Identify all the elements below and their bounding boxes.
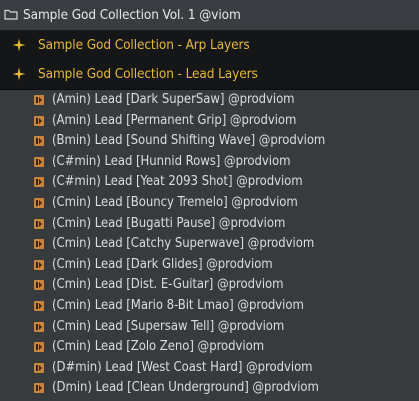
list-item[interactable]: (Cmin) Lead [Dark Glides] @prodviom — [0, 255, 419, 276]
audio-file-icon — [34, 342, 44, 353]
list-item[interactable]: (Dmin) Lead [Clean Underground] @prodvio… — [0, 378, 419, 399]
audio-file-icon — [34, 156, 44, 167]
list-item-label: (Dmin) Lead [Clean Underground] @prodvio… — [52, 380, 319, 396]
audio-file-icon — [34, 95, 44, 105]
list-item[interactable]: (Cmin) Lead [Supersaw Tell] @prodviom — [0, 317, 419, 338]
list-item[interactable]: (Amin) Lead [Dark SuperSaw] @prodviom — [0, 90, 419, 111]
category-label: Sample God Collection - Lead Layers — [38, 66, 258, 82]
list-item[interactable]: (Cmin) Lead [Zolo Zeno] @prodviom — [0, 337, 419, 358]
category-label: Sample God Collection - Arp Layers — [38, 37, 250, 53]
root-folder-label: Sample God Collection Vol. 1 @viom — [23, 7, 241, 23]
list-item-label: (D#min) Lead [West Coast Hard] @prodviom — [52, 359, 313, 375]
list-item-label: (Cmin) Lead [Bugatti Pause] @prodviom — [52, 215, 286, 231]
audio-file-icon — [34, 115, 44, 126]
category-arp-layers[interactable]: Sample God Collection - Arp Layers — [0, 31, 419, 60]
sparkle-icon — [12, 67, 26, 81]
list-item[interactable]: (Cmin) Lead [Dist. E-Guitar] @prodviom — [0, 275, 419, 296]
audio-file-icon — [34, 136, 44, 147]
list-item-label: (Amin) Lead [Dark SuperSaw] @prodviom — [52, 92, 295, 107]
root-folder-row[interactable]: Sample God Collection Vol. 1 @viom — [0, 0, 419, 31]
list-item-label: (Cmin) Lead [Catchy Superwave] @prodviom — [52, 236, 315, 252]
folder-icon — [4, 7, 18, 21]
audio-file-icon — [34, 383, 44, 394]
list-item[interactable]: (Cmin) Lead [Catchy Superwave] @prodviom — [0, 234, 419, 255]
audio-file-icon — [34, 321, 44, 332]
list-item-label: (Amin) Lead [Permanent Grip] @prodviom — [52, 112, 297, 128]
audio-file-icon — [34, 218, 44, 229]
audio-file-icon — [34, 280, 44, 291]
list-item[interactable]: (Cmin) Lead [Bouncy Tremelo] @prodviom — [0, 193, 419, 214]
sample-browser: Sample God Collection Vol. 1 @viom Sampl… — [0, 0, 419, 401]
list-item[interactable]: (Cmin) Lead [Mario 8-Bit Lmao] @prodviom — [0, 296, 419, 317]
audio-file-icon — [34, 239, 44, 250]
category-lead-layers[interactable]: Sample God Collection - Lead Layers — [0, 59, 419, 90]
list-item-label: (C#min) Lead [Hunnid Rows] @prodviom — [52, 153, 291, 169]
audio-file-icon — [34, 259, 44, 270]
audio-file-icon — [34, 198, 44, 208]
audio-file-icon — [34, 301, 44, 311]
audio-file-icon — [34, 177, 44, 188]
list-item-label: (Cmin) Lead [Zolo Zeno] @prodviom — [52, 339, 265, 355]
list-item-label: (Cmin) Lead [Dist. E-Guitar] @prodviom — [52, 277, 284, 293]
list-item-label: (Cmin) Lead [Mario 8-Bit Lmao] @prodviom — [52, 298, 304, 313]
list-item-label: (Cmin) Lead [Supersaw Tell] @prodviom — [52, 318, 285, 334]
sparkle-icon — [12, 38, 26, 52]
list-item[interactable]: (D#min) Lead [West Coast Hard] @prodviom — [0, 358, 419, 379]
audio-file-icon — [34, 362, 44, 373]
list-item-label: (C#min) Lead [Yeat 2093 Shot] @prodviom — [52, 174, 303, 190]
list-item-label: (Bmin) Lead [Sound Shifting Wave] @prodv… — [52, 133, 326, 149]
list-item[interactable]: (Amin) Lead [Permanent Grip] @prodviom — [0, 111, 419, 132]
list-item[interactable]: (C#min) Lead [Yeat 2093 Shot] @prodviom — [0, 172, 419, 193]
list-item[interactable]: (Cmin) Lead [Bugatti Pause] @prodviom — [0, 214, 419, 235]
list-item[interactable]: (Bmin) Lead [Sound Shifting Wave] @prodv… — [0, 131, 419, 152]
list-item-label: (Cmin) Lead [Bouncy Tremelo] @prodviom — [52, 195, 298, 210]
list-item[interactable]: (C#min) Lead [Hunnid Rows] @prodviom — [0, 152, 419, 173]
list-item-label: (Cmin) Lead [Dark Glides] @prodviom — [52, 256, 273, 272]
